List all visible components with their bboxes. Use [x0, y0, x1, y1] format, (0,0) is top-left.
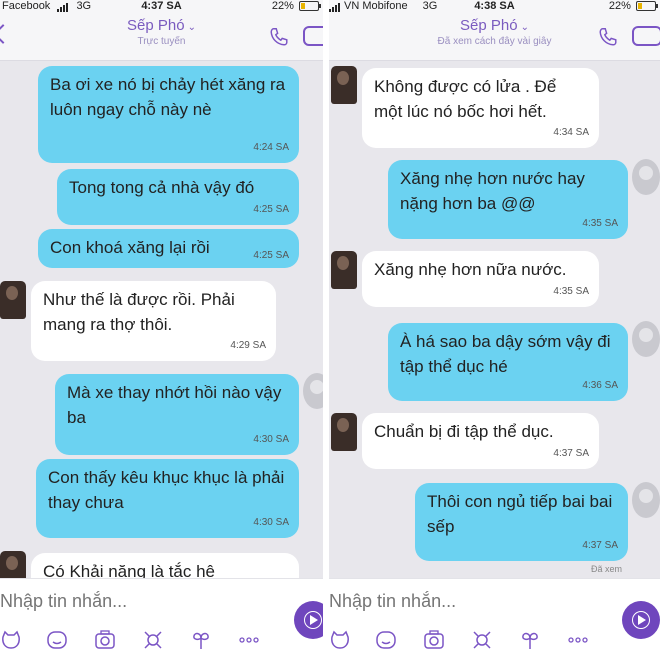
message-text: Chuẩn bị đi tập thể dục. [374, 422, 554, 441]
contact-avatar[interactable] [0, 551, 26, 578]
contact-name: Sếp Phó [460, 17, 518, 34]
message-bubble-incoming[interactable]: Xăng nhẹ hơn nữa nước. 4:35 SA [362, 251, 599, 307]
message-bubble-outgoing[interactable]: Con khoá xăng lại rồi 4:25 SA [38, 229, 299, 268]
user-avatar [632, 321, 660, 357]
message-text: Con thấy kêu khục khục là phải thay chưa [48, 468, 285, 512]
more-icon[interactable] [238, 629, 260, 651]
user-avatar [632, 159, 660, 195]
user-avatar [303, 373, 323, 409]
message-text: Như thế là được rồi. Phải mang ra thợ th… [43, 290, 235, 334]
battery-icon [636, 1, 658, 12]
phone-icon[interactable] [268, 26, 290, 48]
camera-icon[interactable] [94, 629, 116, 651]
message-time: 4:30 SA [253, 517, 289, 528]
gif-icon[interactable] [519, 629, 541, 651]
sticker-icon[interactable] [329, 629, 351, 651]
message-text: Con khoá xăng lại rồi [50, 238, 210, 257]
message-time: 4:25 SA [253, 204, 289, 215]
message-bubble-incoming[interactable]: Chuẩn bị đi tập thể dục. 4:37 SA [362, 413, 599, 469]
chevron-down-icon: ⌄ [520, 22, 529, 33]
message-list[interactable]: Ba ơi xe nó bị chảy hét xăng ra luôn nga… [0, 61, 323, 578]
composer-toolbar [329, 629, 660, 653]
send-arrow-icon [638, 615, 646, 625]
composer-toolbar [0, 629, 323, 653]
message-text: Mà xe thay nhớt hồi nào vậy ba [67, 383, 282, 427]
left-chat-panel: Facebook 3G 4:37 SA 22% Sếp Phó ⌄ Trực tu… [0, 0, 323, 660]
message-bubble-incoming[interactable]: Không được có lửa . Để một lúc nó bốc hơ… [362, 68, 599, 148]
message-composer [0, 578, 323, 660]
doodle-icon[interactable] [142, 629, 164, 651]
contact-avatar[interactable] [331, 66, 357, 104]
send-arrow-icon [310, 615, 318, 625]
message-bubble-incoming[interactable]: Có Khải năng là tắc hệ [31, 553, 299, 578]
message-bubble-outgoing[interactable]: Tong tong cả nhà vậy đó 4:25 SA [57, 169, 299, 225]
chevron-down-icon: ⌄ [187, 22, 196, 33]
battery-percent: 22% [271, 0, 294, 12]
message-text: À há sao ba dậy sớm vậy đi tập thể dục h… [400, 332, 611, 376]
status-bar: Facebook 3G 4:37 SA 22% [0, 0, 323, 14]
emoji-icon[interactable] [46, 629, 68, 651]
doodle-icon[interactable] [471, 629, 493, 651]
video-call-icon[interactable] [303, 26, 323, 46]
status-bar: VN Mobifone 3G 4:38 SA 22% [329, 0, 660, 14]
message-text: Ba ơi xe nó bị chảy hét xăng ra luôn nga… [50, 75, 286, 119]
message-bubble-outgoing[interactable]: Mà xe thay nhớt hồi nào vậy ba 4:30 SA [55, 374, 299, 455]
contact-avatar[interactable] [331, 413, 357, 451]
message-time: 4:24 SA [253, 142, 289, 153]
camera-icon[interactable] [423, 629, 445, 651]
message-bubble-outgoing[interactable]: Thôi con ngủ tiếp bai bai sếp 4:37 SA [415, 483, 628, 561]
right-chat-panel: VN Mobifone 3G 4:38 SA 22% Sếp Phó ⌄ Đã x… [329, 0, 660, 660]
message-time: 4:29 SA [230, 340, 266, 351]
message-text: Thôi con ngủ tiếp bai bai sếp [427, 492, 613, 536]
seen-indicator: Đã xem [591, 564, 623, 574]
contact-avatar[interactable] [0, 281, 26, 319]
chat-header: VN Mobifone 3G 4:38 SA 22% Sếp Phó ⌄ Đã x… [329, 0, 660, 61]
message-time: 4:37 SA [582, 540, 618, 551]
message-text: Không được có lửa . Để một lúc nó bốc hơ… [374, 77, 557, 121]
user-avatar [632, 482, 660, 518]
message-time: 4:37 SA [553, 448, 589, 459]
message-time: 4:36 SA [582, 380, 618, 391]
video-call-icon[interactable] [632, 26, 660, 46]
contact-avatar[interactable] [331, 251, 357, 289]
message-text: Xăng nhẹ hơn nữa nước. [374, 260, 567, 279]
message-text: Xăng nhẹ hơn nước hay nặng hơn ba @@ [400, 169, 585, 213]
sticker-icon[interactable] [0, 629, 22, 651]
message-time: 4:35 SA [582, 218, 618, 229]
message-time: 4:35 SA [553, 286, 589, 297]
message-input[interactable] [0, 591, 220, 612]
message-bubble-outgoing[interactable]: Xăng nhẹ hơn nước hay nặng hơn ba @@ 4:3… [388, 160, 628, 239]
message-bubble-outgoing[interactable]: Con thấy kêu khục khục là phải thay chưa… [36, 459, 299, 538]
message-bubble-outgoing[interactable]: Ba ơi xe nó bị chảy hét xăng ra luôn nga… [38, 66, 299, 163]
gif-icon[interactable] [190, 629, 212, 651]
message-list[interactable]: Không được có lửa . Để một lúc nó bốc hơ… [329, 61, 660, 578]
battery-icon [299, 1, 321, 12]
message-time: 4:25 SA [253, 250, 289, 261]
more-icon[interactable] [567, 629, 589, 651]
message-composer [329, 578, 660, 660]
emoji-icon[interactable] [375, 629, 397, 651]
chat-header: Facebook 3G 4:37 SA 22% Sếp Phó ⌄ Trực tu… [0, 0, 323, 61]
message-text: Tong tong cả nhà vậy đó [69, 178, 255, 197]
message-bubble-incoming[interactable]: Như thế là được rồi. Phải mang ra thợ th… [31, 281, 276, 361]
contact-name: Sếp Phó [127, 17, 185, 34]
message-time: 4:34 SA [553, 127, 589, 138]
message-text: Có Khải năng là tắc hệ [43, 562, 216, 578]
message-time: 4:30 SA [253, 434, 289, 445]
message-bubble-outgoing[interactable]: À há sao ba dậy sớm vậy đi tập thể dục h… [388, 323, 628, 401]
message-input[interactable] [329, 591, 549, 612]
battery-percent: 22% [608, 0, 631, 12]
phone-icon[interactable] [597, 26, 619, 48]
